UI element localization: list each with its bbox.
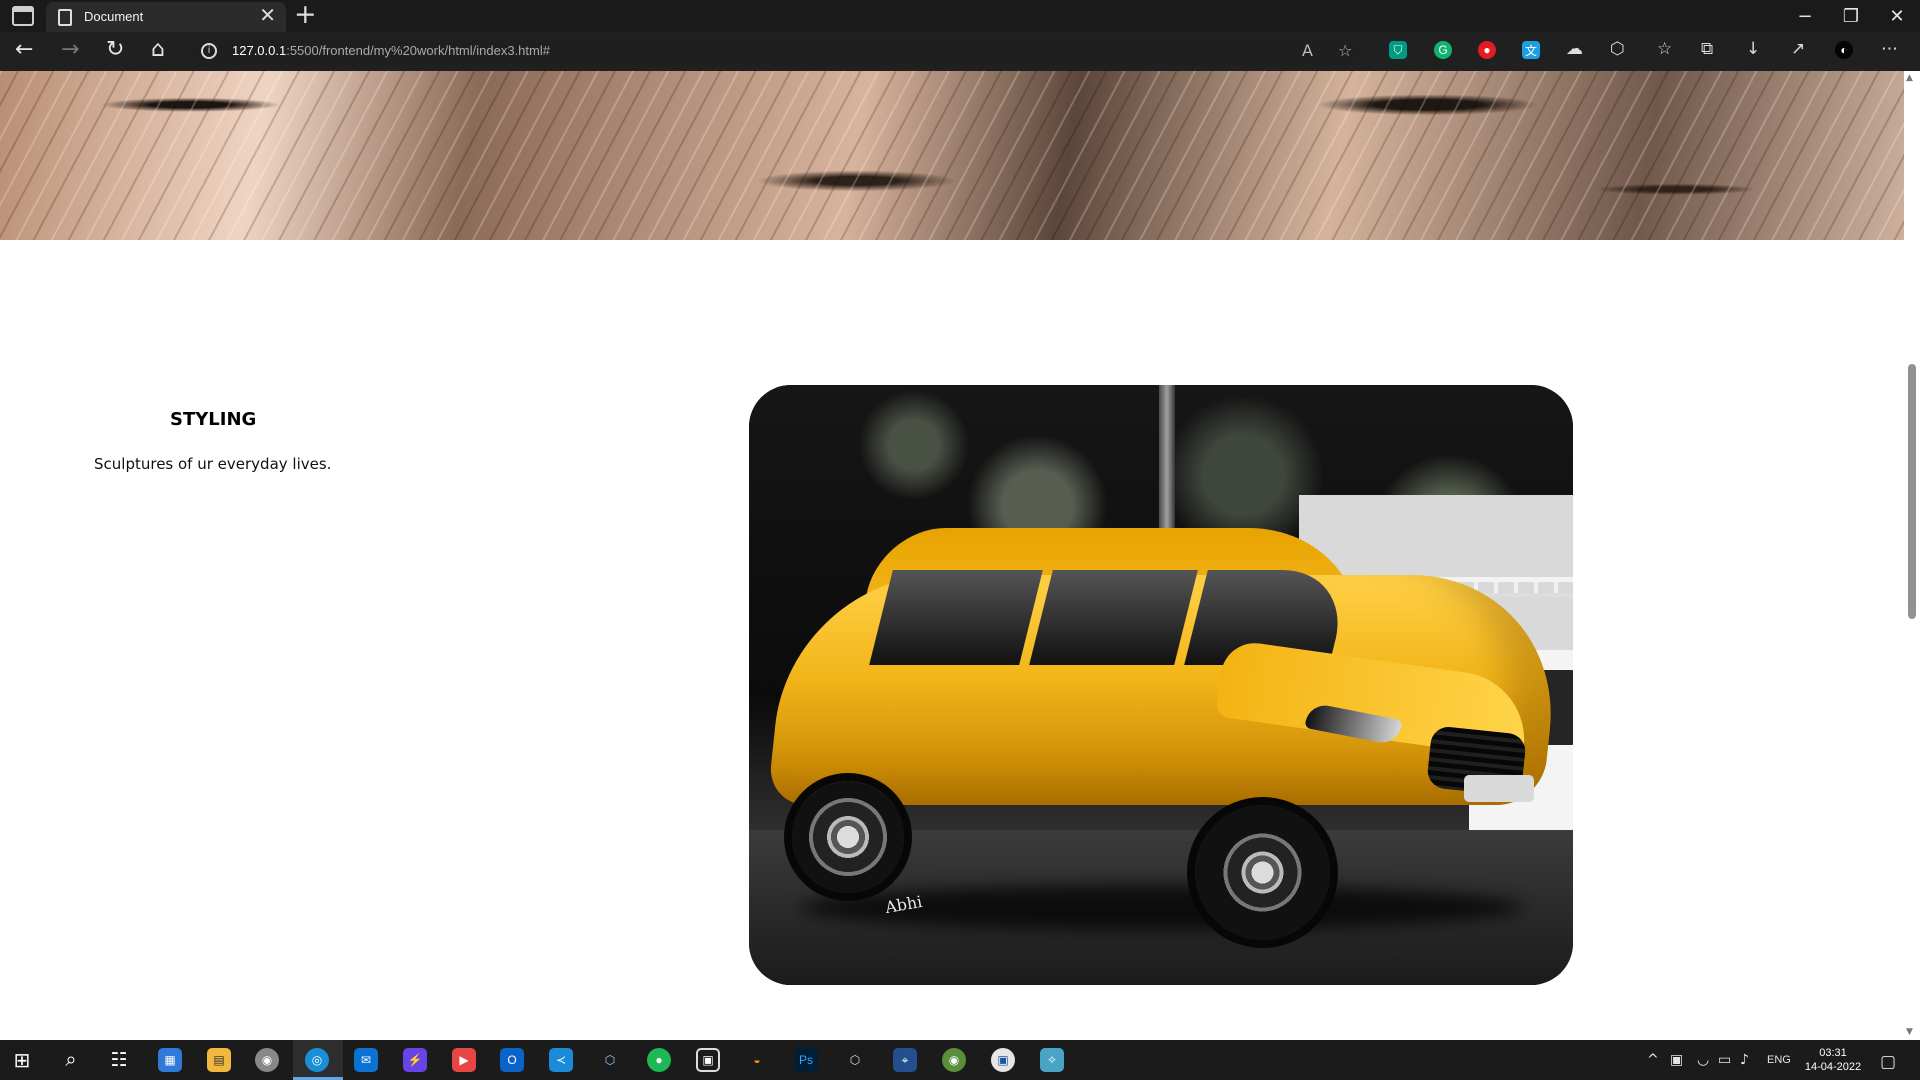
tab-actions-icon[interactable] — [12, 6, 34, 26]
window-controls: − ❐ ✕ — [1782, 0, 1920, 32]
tab-bar: Document ✕ + − ❐ ✕ — [0, 0, 1920, 32]
webpage-content: STYLING Sculptures of ur everyday lives.… — [0, 71, 1904, 1039]
extensions-icon[interactable]: ⬡ — [1610, 39, 1625, 59]
network-app-icon[interactable]: ▣ — [1670, 1052, 1683, 1068]
address-bar[interactable]: i 127.0.0.1:5500/frontend/my%20work/html… — [190, 36, 1360, 66]
writer-app-icon[interactable]: ▣ — [991, 1048, 1015, 1072]
spotify-icon[interactable]: ● — [647, 1048, 671, 1072]
styling-description: Sculptures of ur everyday lives. — [94, 455, 332, 473]
show-hidden-icons[interactable]: ^ — [1647, 1052, 1659, 1068]
cloud-extension-icon[interactable]: ☁ — [1566, 39, 1583, 59]
scroll-down-arrow[interactable]: ▼ — [1906, 1027, 1913, 1037]
clock-date: 14-04-2022 — [1804, 1061, 1862, 1073]
translate-extension-icon[interactable]: 文 — [1522, 41, 1540, 59]
scroll-up-arrow[interactable]: ▲ — [1906, 73, 1913, 83]
url-host: 127.0.0.1 — [232, 43, 287, 58]
close-tab-icon[interactable]: ✕ — [259, 5, 276, 25]
search-icon[interactable]: ⌕ — [59, 1048, 83, 1072]
edge-browser-icon[interactable]: ◎ — [305, 1048, 329, 1072]
rear-wheel — [792, 781, 904, 893]
url-text[interactable]: 127.0.0.1:5500/frontend/my%20work/html/i… — [232, 43, 550, 58]
media-app-icon[interactable]: ▶ — [452, 1048, 476, 1072]
close-window-button[interactable]: ✕ — [1874, 0, 1920, 32]
settings-menu-icon[interactable]: ⋯ — [1881, 39, 1898, 59]
vertical-scrollbar[interactable]: ▲ ▼ — [1904, 71, 1920, 1039]
blurred-hero-image — [0, 71, 1904, 240]
photoshop-icon[interactable]: Ps — [794, 1048, 818, 1072]
grammarly-icon[interactable]: G — [1434, 41, 1452, 59]
outlook-icon[interactable]: O — [500, 1048, 524, 1072]
mail-icon[interactable]: ✉ — [354, 1048, 378, 1072]
browser-window: Document ✕ + − ❐ ✕ ← → ↻ ⌂ i 127.0.0.1:5… — [0, 0, 1920, 71]
developer-app-icon[interactable]: ⌖ — [893, 1048, 917, 1072]
refresh-button[interactable]: ↻ — [106, 39, 124, 61]
battery-icon[interactable]: ▭ — [1718, 1052, 1731, 1068]
language-indicator[interactable]: ENG — [1767, 1054, 1791, 1066]
studio-app-icon[interactable]: ⚡ — [403, 1048, 427, 1072]
back-button[interactable]: ← — [15, 39, 33, 61]
new-tab-button[interactable]: + — [294, 1, 317, 28]
start-button[interactable]: ⊞ — [10, 1048, 34, 1072]
unity-icon[interactable]: ⬡ — [843, 1048, 867, 1072]
forward-button[interactable]: → — [61, 39, 79, 61]
task-view-icon[interactable]: ☷ — [107, 1048, 131, 1072]
game-app-icon[interactable]: ◉ — [942, 1048, 966, 1072]
notifications-icon[interactable]: ▢ — [1880, 1052, 1896, 1072]
git-app-icon[interactable]: ✧ — [1040, 1048, 1064, 1072]
shield-extension-icon[interactable]: ⛉ — [1389, 41, 1407, 59]
document-icon — [58, 9, 72, 26]
add-favorite-icon[interactable]: ☆ — [1338, 41, 1352, 60]
profile-avatar[interactable]: ◐ — [1835, 41, 1853, 59]
screen-app-icon[interactable]: ▣ — [696, 1048, 720, 1072]
minimize-button[interactable]: − — [1782, 0, 1828, 32]
share-icon[interactable]: ↗ — [1791, 39, 1805, 59]
volume-icon[interactable]: ♪ — [1740, 1052, 1749, 1068]
site-info-icon[interactable]: i — [201, 43, 217, 59]
scrollbar-thumb[interactable] — [1908, 364, 1916, 619]
url-path: :5500/frontend/my%20work/html/index3.htm… — [286, 43, 550, 58]
browser-tab[interactable]: Document ✕ — [46, 2, 286, 32]
yellow-car-photo: Abhi — [749, 385, 1573, 985]
blender-icon[interactable]: ◒ — [745, 1048, 769, 1072]
front-wheel — [1195, 805, 1330, 940]
read-aloud-icon[interactable]: A — [1302, 41, 1313, 60]
wifi-icon[interactable]: ◡ — [1697, 1052, 1709, 1068]
home-button[interactable]: ⌂ — [151, 39, 165, 61]
windows-taskbar: ⊞ ⌕ ☷ ▦ ▤ ◉ ◎ ✉ ⚡ ▶ O ≺ ⬡ ● ▣ ◒ Ps ⬡ ⌖ ◉… — [0, 1040, 1920, 1080]
record-extension-icon[interactable]: ● — [1478, 41, 1496, 59]
front-door-window — [1029, 570, 1198, 665]
collections-icon[interactable]: ⧉ — [1701, 39, 1713, 59]
rear-window — [869, 570, 1043, 665]
favorites-icon[interactable]: ☆ — [1657, 39, 1672, 59]
file-explorer-icon[interactable]: ▤ — [207, 1048, 231, 1072]
disk-app-icon[interactable]: ◉ — [255, 1048, 279, 1072]
tab-title: Document — [84, 9, 144, 24]
visual-studio-code-icon[interactable]: ≺ — [549, 1048, 573, 1072]
date-time[interactable]: 03:31 14-04-2022 — [1800, 1046, 1866, 1074]
clock-time: 03:31 — [1819, 1047, 1847, 1059]
blurred-license-plate — [1464, 775, 1534, 802]
microsoft-store-icon[interactable]: ▦ — [158, 1048, 182, 1072]
styling-heading: STYLING — [170, 409, 257, 430]
download-icon[interactable]: ↓ — [1746, 39, 1760, 59]
restore-button[interactable]: ❐ — [1828, 0, 1874, 32]
3d-app-icon[interactable]: ⬡ — [598, 1048, 622, 1072]
